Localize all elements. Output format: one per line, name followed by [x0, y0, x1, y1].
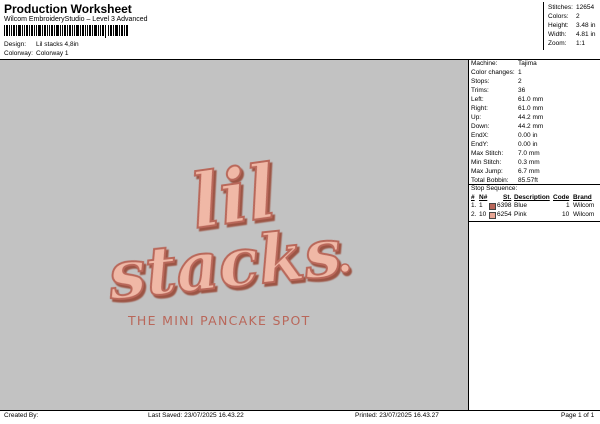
- panel-divider: [468, 60, 469, 410]
- footer-printed: Printed: 23/07/2025 16.43.27: [355, 412, 439, 419]
- stats-panel: Stitches: 12654 Colors: 2 Height: 3.48 in W…: [543, 2, 600, 50]
- thread-swatch-icon: [489, 212, 496, 219]
- colorway-row: Colorway: Colorway 1: [4, 50, 144, 58]
- footer-created-by: Created By:: [4, 412, 39, 419]
- design-tagline: THE MINI PANCAKE SPOT: [127, 313, 311, 328]
- footer-last-saved: Last Saved: 23/07/2025 16.43.22: [148, 412, 244, 419]
- stat-height: Height: 3.48 in: [548, 22, 596, 29]
- stat-width: Width: 4.81 in: [548, 31, 596, 38]
- software-subtitle: Wilcom EmbroideryStudio – Level 3 Advanc…: [4, 16, 148, 23]
- table-bottom-divider: [468, 221, 600, 222]
- design-canvas: lil stacks . THE MINI PANCAKE SPOT: [0, 60, 468, 410]
- design-value: Lil stacks 4,8in: [36, 41, 79, 48]
- table-row[interactable]: 2. 10 6254 Pink 10 Wilcom: [468, 211, 600, 220]
- colorway-label: Colorway:: [4, 50, 33, 57]
- machine-info-panel: Machine: Tajima Color changes: 1 Stops: 2 T…: [471, 60, 544, 184]
- table-row[interactable]: 1. 1 6398 Blue 1 Wilcom: [468, 202, 600, 211]
- design-text-stacks: stacks: [104, 213, 345, 315]
- col-header-num: #: [471, 194, 475, 201]
- col-header-brand: Brand: [573, 194, 592, 201]
- thread-swatch-icon: [489, 203, 496, 210]
- stop-sequence-title: Stop Sequence:: [471, 185, 518, 192]
- embroidery-preview: lil stacks . THE MINI PANCAKE SPOT: [103, 148, 354, 328]
- col-header-description: Description: [514, 194, 550, 201]
- design-row: Design: Lil stacks 4,8in: [4, 41, 144, 49]
- footer-divider: [0, 410, 600, 411]
- worksheet-title: Production Worksheet: [4, 2, 132, 16]
- colorway-value: Colorway 1: [36, 50, 69, 57]
- stat-colors: Colors: 2: [548, 13, 580, 20]
- footer-page: Page 1 of 1: [561, 412, 595, 419]
- design-dot: .: [337, 229, 353, 283]
- stat-stitches: Stitches: 12654: [548, 4, 595, 11]
- stat-zoom: Zoom: 1:1: [548, 40, 586, 47]
- col-header-code: Code: [553, 194, 570, 201]
- col-header-st: St.: [503, 194, 512, 201]
- col-header-n: N#: [479, 194, 488, 201]
- design-label: Design:: [4, 41, 27, 48]
- barcode-icon: [4, 25, 128, 38]
